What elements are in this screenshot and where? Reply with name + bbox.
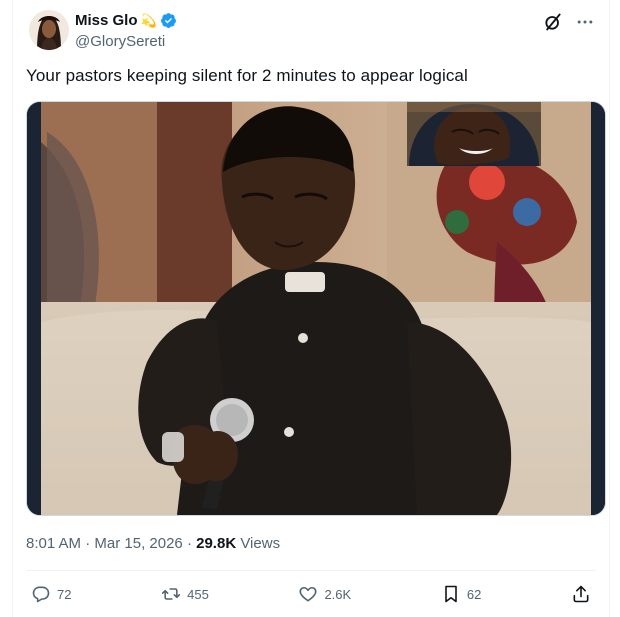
reply-count: 72 <box>57 586 72 602</box>
sparkle-emoji: 💫 <box>140 12 157 28</box>
share-icon <box>573 585 589 603</box>
grok-icon[interactable] <box>543 12 563 32</box>
tweet-time[interactable]: 8:01 AM <box>26 535 81 552</box>
author-name[interactable]: Miss Glo <box>75 12 138 29</box>
more-icon[interactable] <box>575 12 595 32</box>
video-still-image <box>27 102 605 515</box>
bookmark-button[interactable]: 62 <box>441 584 481 604</box>
divider <box>26 570 596 571</box>
top-actions <box>543 12 595 32</box>
reply-icon <box>32 586 50 603</box>
views-label: Views <box>240 535 281 552</box>
share-button[interactable] <box>571 584 591 604</box>
avatar-illustration <box>29 10 69 50</box>
tweet-date[interactable]: Mar 15, 2026 <box>94 535 182 552</box>
repost-count: 455 <box>187 586 209 602</box>
verified-badge-icon <box>160 13 176 28</box>
tweet-meta: 8:01 AM · Mar 15, 2026 · 29.8K Views <box>26 535 280 552</box>
repost-button[interactable]: 455 <box>161 584 209 604</box>
tweet-text: Your pastors keeping silent for 2 minute… <box>26 66 468 85</box>
bookmark-count: 62 <box>466 586 482 602</box>
avatar[interactable] <box>29 10 69 50</box>
tweet-media[interactable] <box>26 101 606 516</box>
like-button[interactable]: 2.6K <box>298 584 351 604</box>
author-handle[interactable]: @GlorySereti <box>75 33 165 50</box>
meta-separator: · <box>85 535 95 552</box>
meta-separator: · <box>186 535 197 552</box>
like-icon <box>299 586 317 602</box>
author-name-row: Miss Glo 💫 <box>75 12 177 29</box>
views-count: 29.8K <box>196 535 237 552</box>
bookmark-icon <box>445 585 457 603</box>
tweet-card: Miss Glo 💫 @GlorySereti Your pastors kee… <box>12 0 610 617</box>
repost-icon <box>161 588 181 600</box>
like-count: 2.6K <box>324 586 352 602</box>
tweet-actions: 72 455 2.6K 62 <box>31 584 591 604</box>
reply-button[interactable]: 72 <box>31 584 71 604</box>
